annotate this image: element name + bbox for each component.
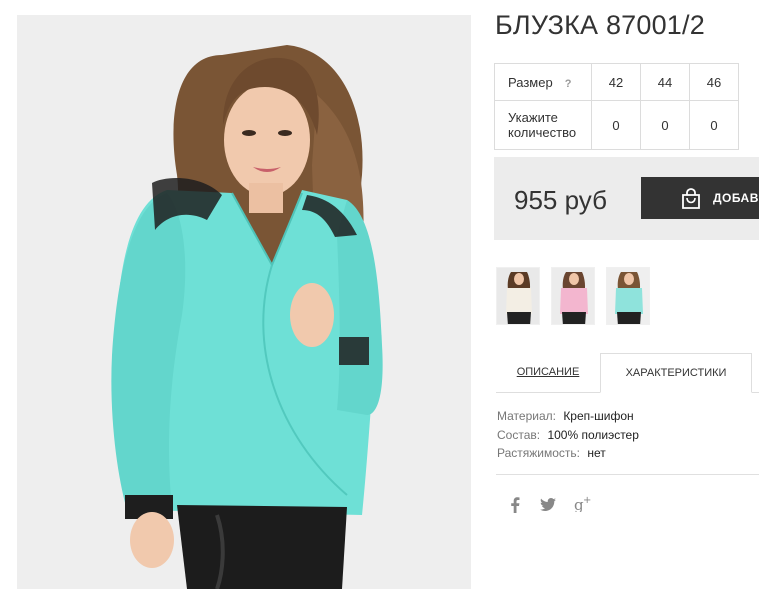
characteristic-key: Состав: bbox=[497, 427, 541, 442]
twitter-icon[interactable] bbox=[540, 497, 556, 516]
add-to-cart-label: ДОБАВИТЬ bbox=[713, 191, 759, 205]
svg-text:+: + bbox=[583, 496, 591, 506]
thumbnail-white-blouse[interactable] bbox=[496, 267, 540, 325]
quantity-input[interactable]: 0 bbox=[640, 100, 690, 150]
characteristic-row: Растяжимость: нет bbox=[497, 444, 639, 463]
characteristic-value: нет bbox=[587, 446, 606, 460]
quantity-label: Укажите количество bbox=[494, 100, 592, 150]
thumbnail-mint-blouse[interactable] bbox=[606, 267, 650, 325]
size-cell: 46 bbox=[689, 63, 739, 101]
characteristic-key: Материал: bbox=[497, 409, 556, 423]
characteristic-value: 100% полиэстер bbox=[547, 427, 639, 442]
thumbnail-pink-blouse[interactable] bbox=[551, 267, 595, 325]
product-title: БЛУЗКА 87001/2 bbox=[495, 10, 705, 40]
product-price: 955 руб bbox=[514, 185, 607, 215]
size-label-cell: Размер? bbox=[494, 63, 592, 101]
size-row: Размер? 42 44 46 bbox=[494, 63, 739, 101]
characteristics-list: Материал: Креп-шифон Состав: 100% полиэс… bbox=[497, 407, 639, 463]
size-cell: 42 bbox=[591, 63, 641, 101]
google-plus-icon[interactable]: g + bbox=[574, 495, 592, 516]
shopping-bag-icon bbox=[679, 187, 703, 214]
characteristic-row: Материал: Креп-шифон bbox=[497, 407, 639, 426]
tab-characteristics[interactable]: ХАРАКТЕРИСТИКИ bbox=[600, 353, 752, 393]
size-cell: 44 bbox=[640, 63, 690, 101]
characteristic-key: Растяжимость: bbox=[497, 446, 581, 460]
tab-description[interactable]: ОПИСАНИЕ bbox=[496, 353, 600, 392]
quantity-input[interactable]: 0 bbox=[591, 100, 641, 150]
product-photo-illustration bbox=[17, 15, 471, 589]
price-box: 955 руб ДОБАВИТЬ bbox=[494, 157, 759, 240]
main-product-photo[interactable] bbox=[17, 15, 471, 589]
quantity-row: Укажите количество 0 0 0 bbox=[494, 100, 739, 150]
facebook-icon[interactable] bbox=[510, 497, 520, 517]
help-icon[interactable]: ? bbox=[565, 78, 572, 90]
characteristic-value: Креп-шифон bbox=[563, 409, 634, 423]
add-to-cart-button[interactable]: ДОБАВИТЬ bbox=[641, 177, 759, 219]
product-tabs: ОПИСАНИЕ ХАРАКТЕРИСТИКИ bbox=[496, 353, 759, 393]
size-table: Размер? 42 44 46 Укажите количество 0 0 … bbox=[494, 63, 739, 150]
size-label: Размер bbox=[508, 74, 553, 90]
divider bbox=[496, 474, 759, 475]
characteristic-row: Состав: 100% полиэстер bbox=[497, 426, 639, 445]
quantity-input[interactable]: 0 bbox=[689, 100, 739, 150]
